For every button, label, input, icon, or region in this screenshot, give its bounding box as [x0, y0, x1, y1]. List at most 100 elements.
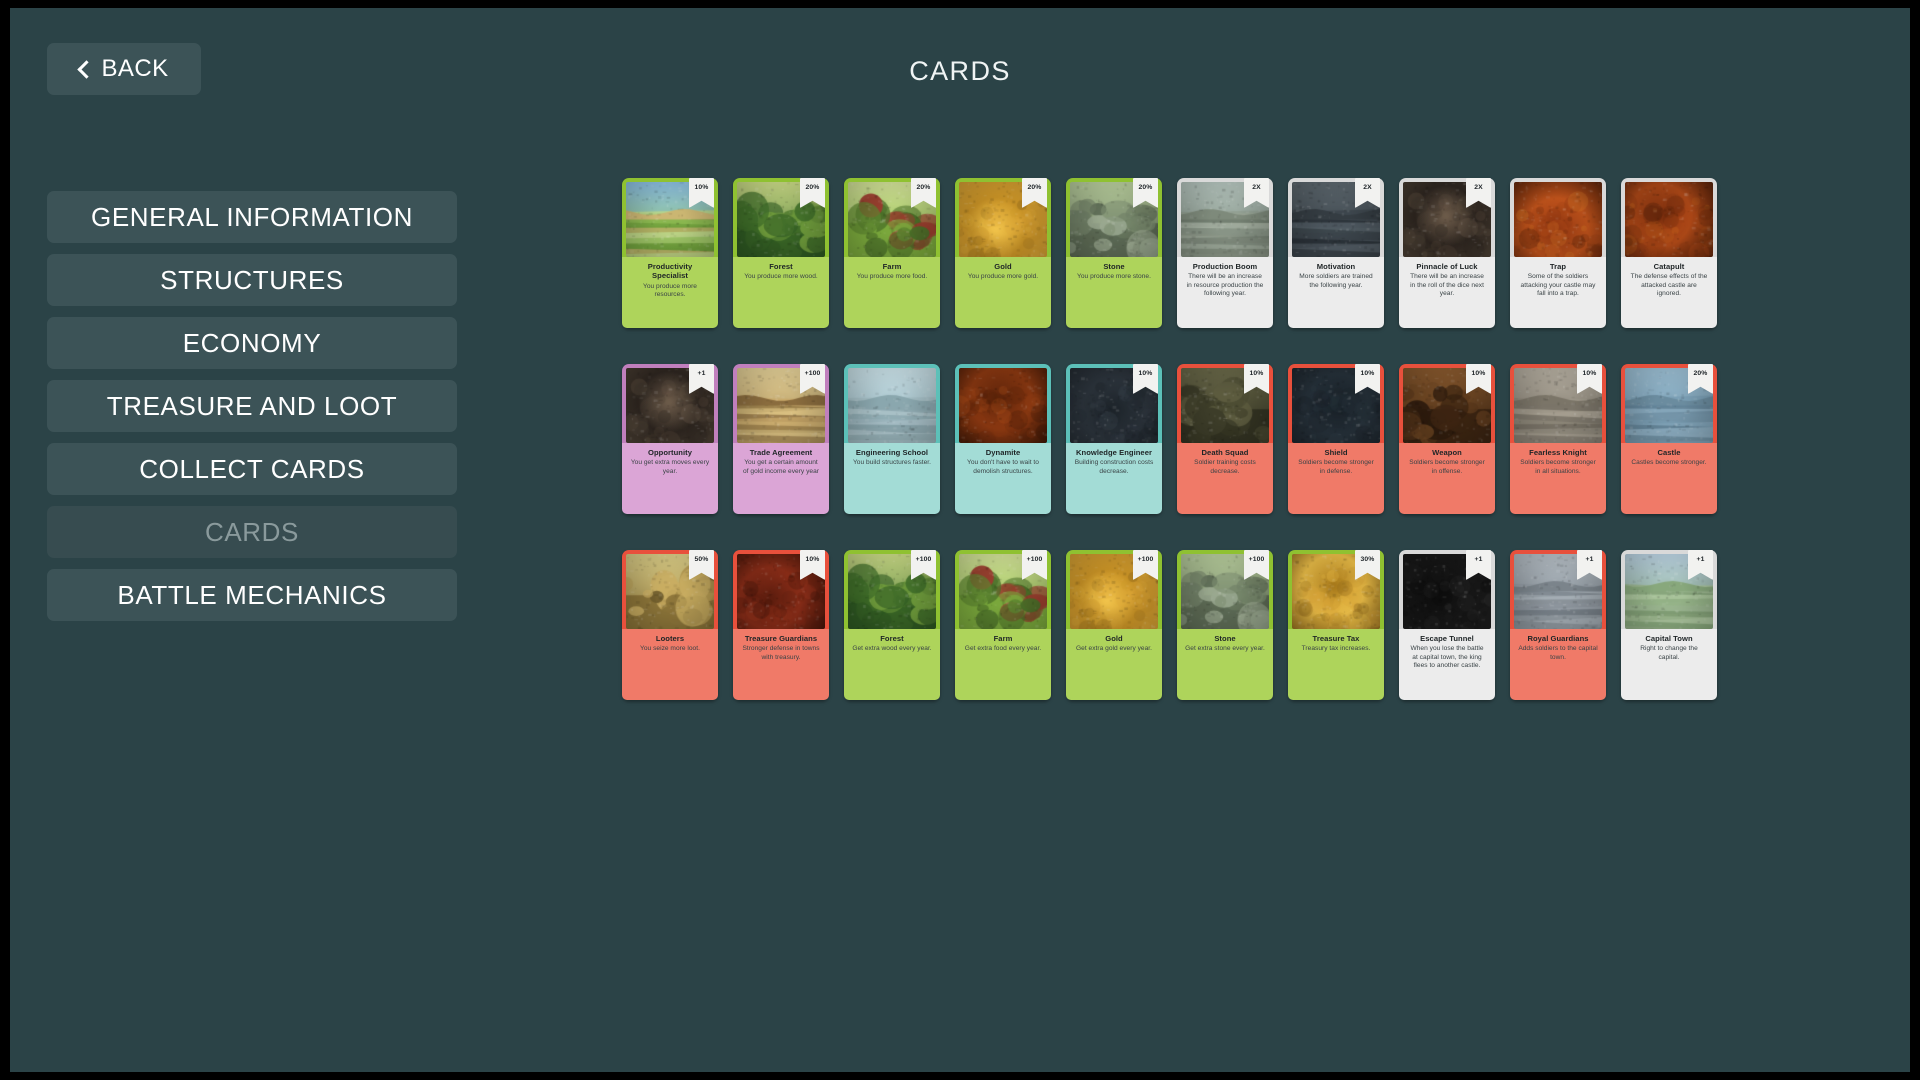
card-description: You produce more food.: [856, 273, 928, 281]
card-body: Death Squad Soldier training costs decrea…: [1177, 443, 1273, 514]
card-value-badge-label: +100: [1248, 556, 1265, 563]
card-forest[interactable]: +100 Forest Get extra wood every year.: [844, 550, 940, 700]
card-name: Productivity Specialist: [647, 262, 693, 281]
card-catapult[interactable]: Catapult The defense effects of the attac…: [1621, 178, 1717, 328]
card-description: More soldiers are trained the following …: [1299, 273, 1373, 289]
card-forest[interactable]: 20% Forest You produce more wood.: [733, 178, 829, 328]
card-name: Trade Agreement: [749, 448, 813, 457]
card-description: Some of the soldiers attacking your cast…: [1520, 273, 1596, 298]
card-value-badge-label: 2X: [1363, 184, 1372, 191]
sidebar-item-label: BATTLE MECHANICS: [117, 579, 387, 610]
card-pinnacle-of-luck[interactable]: 2X Pinnacle of Luck There will be an incre…: [1399, 178, 1495, 328]
card-body: Catapult The defense effects of the attac…: [1621, 257, 1717, 328]
card-farm[interactable]: +100 Farm Get extra food every year.: [955, 550, 1051, 700]
card-dynamite[interactable]: Dynamite You don't have to wait to demoli…: [955, 364, 1051, 514]
card-gold[interactable]: 20% Gold You produce more gold.: [955, 178, 1051, 328]
card-motivation[interactable]: 2X Motivation More soldiers are trained th…: [1288, 178, 1384, 328]
card-name: Forest: [880, 634, 904, 643]
card-fearless-knight[interactable]: 10% Fearless Knight Soldiers become strong…: [1510, 364, 1606, 514]
card-looters[interactable]: 50% Looters You seize more loot.: [622, 550, 718, 700]
sidebar-item-label: GENERAL INFORMATION: [91, 201, 413, 232]
card-productivity-specialist[interactable]: 10% Productivity Specialist You produce mo…: [622, 178, 718, 328]
card-name: Stone: [1103, 262, 1125, 271]
card-description: When you lose the battle at capital town…: [1410, 645, 1484, 670]
card-name: Pinnacle of Luck: [1416, 262, 1478, 271]
card-body: Production Boom There will be an increase…: [1177, 257, 1273, 328]
sidebar-item-battle-mechanics[interactable]: BATTLE MECHANICS: [47, 569, 457, 621]
card-body: Royal Guardians Adds soldiers to the capi…: [1510, 629, 1606, 700]
card-description: Get extra wood every year.: [852, 645, 932, 653]
card-escape-tunnel[interactable]: +1 Escape Tunnel When you lose the battle …: [1399, 550, 1495, 700]
card-value-badge-label: 30%: [1360, 556, 1375, 563]
card-gold[interactable]: +100 Gold Get extra gold every year.: [1066, 550, 1162, 700]
card-production-boom[interactable]: 2X Production Boom There will be an increa…: [1177, 178, 1273, 328]
card-body: Gold Get extra gold every year.: [1066, 629, 1162, 700]
card-opportunity[interactable]: +1 Opportunity You get extra moves every y…: [622, 364, 718, 514]
card-body: Engineering School You build structures f…: [844, 443, 940, 514]
sidebar-item-treasure-and-loot[interactable]: TREASURE AND LOOT: [47, 380, 457, 432]
card-death-squad[interactable]: 10% Death Squad Soldier training costs dec…: [1177, 364, 1273, 514]
card-treasure-tax[interactable]: 30% Treasure Tax Treasury tax increases.: [1288, 550, 1384, 700]
card-body: Dynamite You don't have to wait to demoli…: [955, 443, 1051, 514]
card-description: Stronger defense in towns with treasury.: [742, 645, 820, 661]
card-description: Get extra food every year.: [964, 645, 1042, 653]
card-trade-agreement[interactable]: +100 Trade Agreement You get a certain amo…: [733, 364, 829, 514]
sidebar-item-structures[interactable]: STRUCTURES: [47, 254, 457, 306]
card-stone[interactable]: 20% Stone You produce more stone.: [1066, 178, 1162, 328]
sidebar-item-label: CARDS: [204, 516, 299, 547]
card-name: Treasure Tax: [1312, 634, 1360, 643]
card-weapon[interactable]: 10% Weapon Soldiers become stronger in off…: [1399, 364, 1495, 514]
card-shield[interactable]: 10% Shield Soldiers become stronger in def…: [1288, 364, 1384, 514]
card-body: Fearless Knight Soldiers become stronger …: [1510, 443, 1606, 514]
card-body: Farm Get extra food every year.: [955, 629, 1051, 700]
card-name: Production Boom: [1192, 262, 1258, 271]
card-description: The defense effects of the attacked cast…: [1630, 273, 1708, 298]
card-description: You get a certain amount of gold income …: [743, 459, 819, 475]
sidebar-item-label: TREASURE AND LOOT: [106, 390, 398, 421]
card-description: Castles become stronger.: [1631, 459, 1707, 467]
card-name: Castle: [1657, 448, 1681, 457]
sidebar-item-economy[interactable]: ECONOMY: [47, 317, 457, 369]
card-name: Gold: [994, 262, 1012, 271]
card-value-badge-label: 2X: [1474, 184, 1483, 191]
card-body: Looters You seize more loot.: [622, 629, 718, 700]
card-body: Castle Castles become stronger.: [1621, 443, 1717, 514]
card-body: Treasure Tax Treasury tax increases.: [1288, 629, 1384, 700]
card-treasure-guardians[interactable]: 10% Treasure Guardians Stronger defense in…: [733, 550, 829, 700]
card-body: Trap Some of the soldiers attacking your …: [1510, 257, 1606, 328]
sidebar-item-general-information[interactable]: GENERAL INFORMATION: [47, 191, 457, 243]
card-knowledge-engineer[interactable]: 10% Knowledge Engineer Building constructi…: [1066, 364, 1162, 514]
sidebar-item-label: COLLECT CARDS: [139, 453, 365, 484]
card-capital-town[interactable]: +1 Capital Town Right to change the capita…: [1621, 550, 1717, 700]
card-description: Treasury tax increases.: [1301, 645, 1371, 653]
card-name: Looters: [655, 634, 685, 643]
cards-grid: 10% Productivity Specialist You produce mo…: [622, 178, 1852, 736]
card-name: Knowledge Engineer: [1075, 448, 1152, 457]
card-engineering-school[interactable]: Engineering School You build structures f…: [844, 364, 940, 514]
sidebar-item-collect-cards[interactable]: COLLECT CARDS: [47, 443, 457, 495]
card-value-badge-label: +100: [804, 370, 821, 377]
app-screen: BACK CARDS GENERAL INFORMATION STRUCTURES…: [10, 8, 1910, 1072]
card-value-badge-label: 10%: [1360, 370, 1375, 377]
card-name: Trap: [1549, 262, 1567, 271]
card-castle[interactable]: 20% Castle Castles become stronger.: [1621, 364, 1717, 514]
card-value-badge-label: 2X: [1252, 184, 1261, 191]
card-description: Soldiers become stronger in all situatio…: [1520, 459, 1596, 475]
card-body: Escape Tunnel When you lose the battle at…: [1399, 629, 1495, 700]
card-artwork: [1625, 182, 1713, 257]
card-body: Motivation More soldiers are trained the …: [1288, 257, 1384, 328]
card-value-badge-label: 20%: [805, 184, 820, 191]
card-body: Forest Get extra wood every year.: [844, 629, 940, 700]
card-description: You produce more wood.: [744, 273, 818, 281]
card-name: Escape Tunnel: [1420, 634, 1474, 643]
card-farm[interactable]: 20% Farm You produce more food.: [844, 178, 940, 328]
card-stone[interactable]: +100 Stone Get extra stone every year.: [1177, 550, 1273, 700]
card-description: You produce more stone.: [1077, 273, 1151, 281]
card-body: Shield Soldiers become stronger in defens…: [1288, 443, 1384, 514]
card-trap[interactable]: Trap Some of the soldiers attacking your …: [1510, 178, 1606, 328]
card-name: Motivation: [1316, 262, 1356, 271]
card-royal-guardians[interactable]: +1 Royal Guardians Adds soldiers to the ca…: [1510, 550, 1606, 700]
card-name: Farm: [993, 634, 1013, 643]
card-name: Royal Guardians: [1527, 634, 1589, 643]
card-description: Get extra gold every year.: [1075, 645, 1153, 653]
